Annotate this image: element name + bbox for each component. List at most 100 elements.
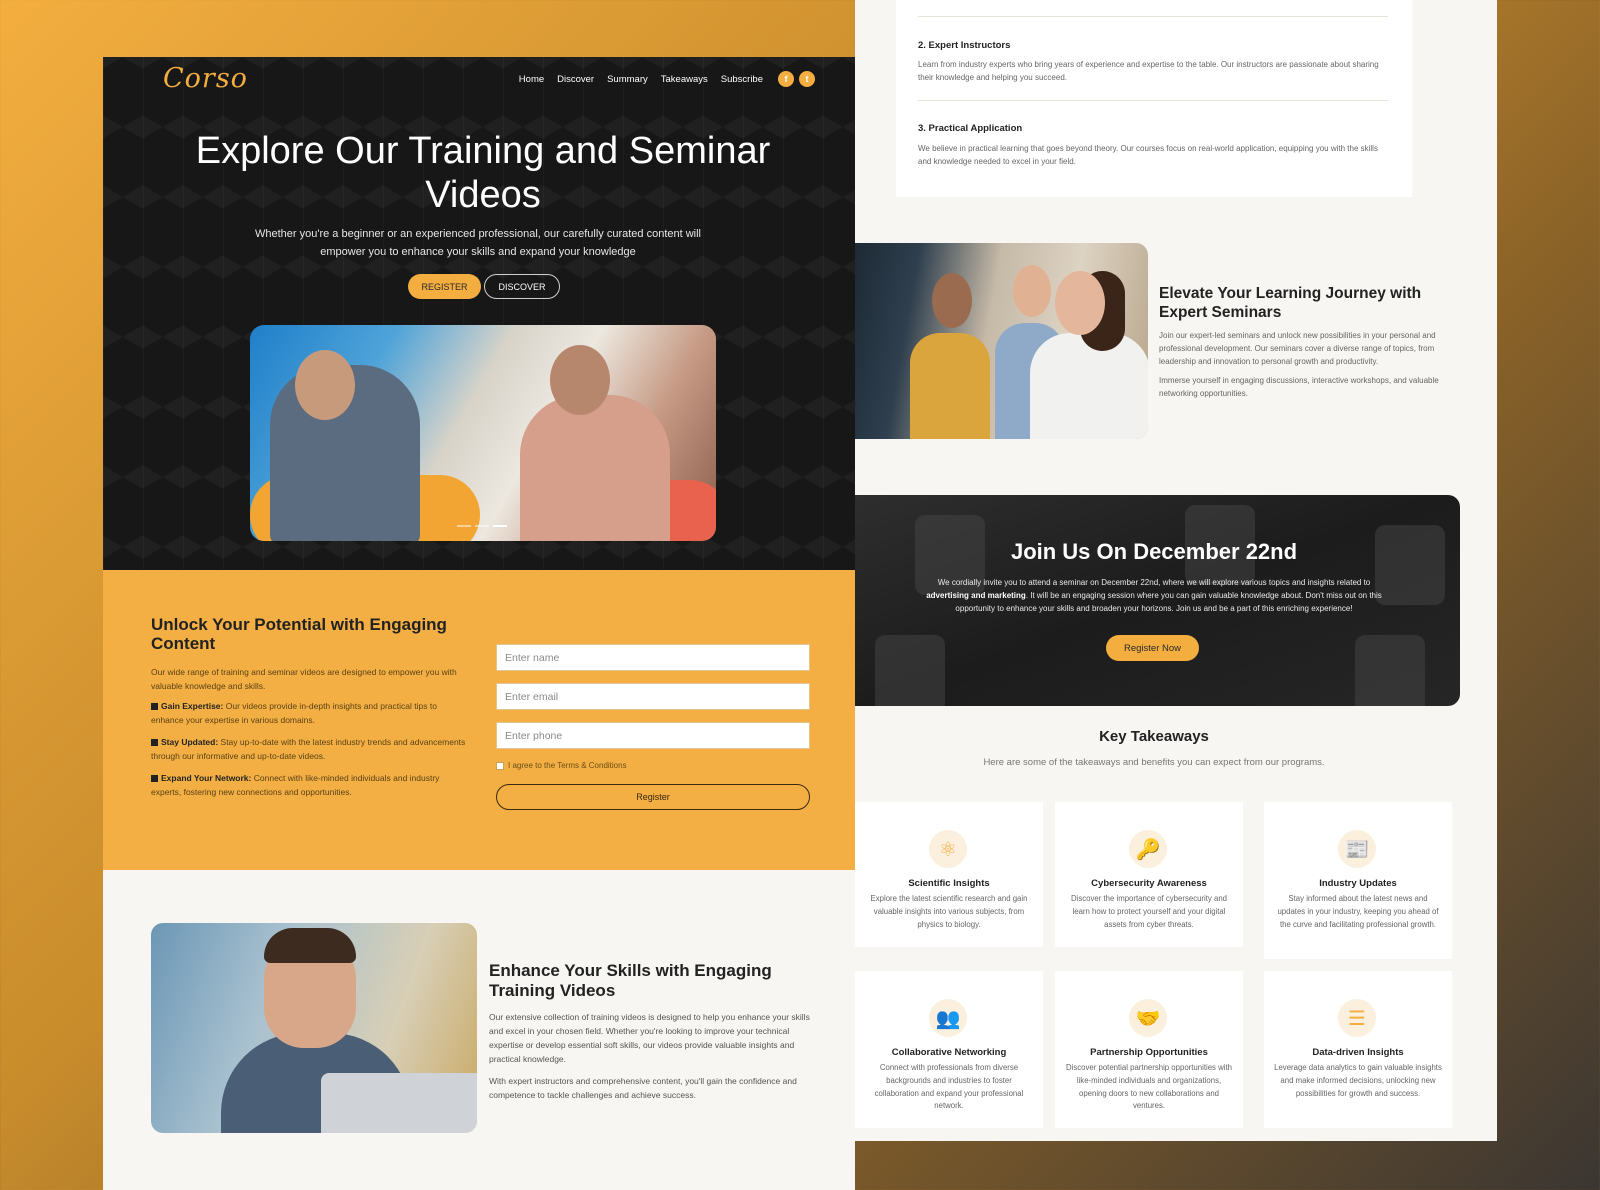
takeaway-title: Data-driven Insights bbox=[1312, 1047, 1404, 1058]
hero-subtitle: Whether you're a beginner or an experien… bbox=[254, 228, 701, 258]
logo[interactable]: Corso bbox=[163, 63, 248, 94]
list-item: Stay Updated: Stay up-to-date with the l… bbox=[151, 736, 471, 763]
people-icon: 👥 bbox=[929, 999, 967, 1037]
terms-agreement: I agree to the Terms & Conditions bbox=[496, 761, 810, 770]
takeaway-desc: Discover the importance of cybersecurity… bbox=[1070, 894, 1227, 929]
nav-summary[interactable]: Summary bbox=[607, 74, 648, 85]
bullet-square-icon bbox=[151, 775, 158, 782]
background-shape bbox=[1375, 525, 1445, 605]
register-button[interactable]: REGISTER bbox=[408, 274, 481, 299]
takeaway-card: ☰ Data-driven Insights Leverage data ana… bbox=[1264, 971, 1452, 1128]
takeaway-title: Industry Updates bbox=[1319, 878, 1397, 889]
feature-3-text: We believe in practical learning that go… bbox=[918, 144, 1378, 166]
takeaway-desc: Discover potential partnership opportuni… bbox=[1066, 1063, 1232, 1111]
carousel-dot-active[interactable] bbox=[493, 525, 507, 527]
nav-subscribe[interactable]: Subscribe bbox=[721, 74, 763, 85]
social-links: f t bbox=[778, 71, 815, 87]
benefits-list: Gain Expertise: Our videos provide in-de… bbox=[151, 700, 471, 808]
skills-image bbox=[151, 923, 477, 1133]
signup-section: Unlock Your Potential with Engaging Cont… bbox=[103, 570, 855, 870]
facebook-icon[interactable]: f bbox=[778, 71, 794, 87]
key-icon: 🔑 bbox=[1129, 830, 1167, 868]
carousel-dot[interactable] bbox=[475, 525, 489, 527]
list-chart-icon: ☰ bbox=[1338, 999, 1376, 1037]
skills-paragraph-1: Our extensive collection of training vid… bbox=[489, 1012, 810, 1064]
seminars-paragraph-1: Join our expert-led seminars and unlock … bbox=[1159, 331, 1436, 366]
bullet-title: Expand Your Network: bbox=[161, 773, 252, 783]
terms-checkbox[interactable] bbox=[496, 761, 504, 770]
join-text-part: We cordially invite you to attend a semi… bbox=[937, 578, 1371, 587]
image-shape bbox=[550, 345, 610, 415]
hero-image-carousel[interactable] bbox=[250, 325, 716, 541]
takeaway-title: Collaborative Networking bbox=[891, 1047, 1007, 1058]
list-item: Expand Your Network: Connect with like-m… bbox=[151, 772, 471, 799]
twitter-icon[interactable]: t bbox=[799, 71, 815, 87]
phone-field[interactable] bbox=[496, 722, 810, 749]
landing-page-right: 2. Expert Instructors Learn from industr… bbox=[855, 0, 1497, 1141]
takeaway-desc: Connect with professionals from diverse … bbox=[874, 1063, 1024, 1111]
divider bbox=[918, 16, 1388, 17]
carousel-dots bbox=[457, 525, 507, 527]
form-register-button[interactable]: Register bbox=[496, 784, 810, 810]
seminars-heading: Elevate Your Learning Journey with Exper… bbox=[1159, 285, 1422, 321]
takeaway-card: 🤝 Partnership Opportunities Discover pot… bbox=[1055, 971, 1243, 1128]
features-card: 2. Expert Instructors Learn from industr… bbox=[896, 0, 1412, 197]
hero-title: Explore Our Training and Seminar Videos bbox=[195, 130, 771, 216]
background-shape bbox=[1355, 635, 1425, 706]
hero-buttons: REGISTER DISCOVER bbox=[408, 274, 560, 299]
discover-button[interactable]: DISCOVER bbox=[484, 274, 560, 299]
takeaway-card: ⚛ Scientific Insights Explore the latest… bbox=[855, 802, 1043, 947]
takeaway-title: Scientific Insights bbox=[908, 878, 990, 889]
takeaway-desc: Leverage data analytics to gain valuable… bbox=[1274, 1063, 1442, 1098]
signup-heading: Unlock Your Potential with Engaging Cont… bbox=[151, 615, 447, 653]
image-shape bbox=[1055, 271, 1105, 335]
name-field[interactable] bbox=[496, 644, 810, 671]
newspaper-icon: 📰 bbox=[1338, 830, 1376, 868]
feature-2-text: Learn from industry experts who bring ye… bbox=[918, 60, 1379, 82]
nav-discover[interactable]: Discover bbox=[557, 74, 594, 85]
skills-paragraph-2: With expert instructors and comprehensiv… bbox=[489, 1076, 797, 1100]
join-text: We cordially invite you to attend a semi… bbox=[925, 576, 1383, 615]
handshake-icon: 🤝 bbox=[1129, 999, 1167, 1037]
bullet-square-icon bbox=[151, 703, 158, 710]
divider bbox=[918, 100, 1388, 101]
image-shape bbox=[520, 395, 670, 541]
signup-form: I agree to the Terms & Conditions Regist… bbox=[496, 644, 810, 810]
bullet-square-icon bbox=[151, 739, 158, 746]
join-event-banner: Join Us On December 22nd We cordially in… bbox=[855, 495, 1460, 706]
background-shape bbox=[875, 635, 945, 706]
takeaways-subtitle: Here are some of the takeaways and benef… bbox=[983, 757, 1325, 768]
image-shape bbox=[932, 273, 972, 328]
join-text-highlight: advertising and marketing bbox=[926, 591, 1026, 600]
signup-intro: Our wide range of training and seminar v… bbox=[151, 667, 457, 691]
atom-icon: ⚛ bbox=[929, 830, 967, 868]
image-shape bbox=[1013, 265, 1051, 317]
image-shape bbox=[1030, 333, 1148, 439]
email-field[interactable] bbox=[496, 683, 810, 710]
takeaway-card: 📰 Industry Updates Stay informed about t… bbox=[1264, 802, 1452, 959]
takeaway-card: 🔑 Cybersecurity Awareness Discover the i… bbox=[1055, 802, 1243, 947]
join-heading: Join Us On December 22nd bbox=[1010, 539, 1298, 564]
landing-page-left: Corso Home Discover Summary Takeaways Su… bbox=[103, 57, 855, 1190]
hero-section: Corso Home Discover Summary Takeaways Su… bbox=[103, 57, 855, 570]
takeaways-heading: Key Takeaways bbox=[1099, 728, 1209, 745]
image-shape bbox=[295, 350, 355, 420]
feature-2-title: 2. Expert Instructors bbox=[918, 40, 1011, 51]
takeaway-desc: Stay informed about the latest news and … bbox=[1277, 894, 1439, 929]
seminar-image bbox=[855, 243, 1148, 439]
takeaway-desc: Explore the latest scientific research a… bbox=[870, 894, 1028, 929]
image-shape bbox=[264, 928, 356, 963]
takeaway-title: Partnership Opportunities bbox=[1090, 1047, 1208, 1058]
nav-home[interactable]: Home bbox=[519, 74, 544, 85]
register-now-button[interactable]: Register Now bbox=[1106, 635, 1199, 661]
nav-takeaways[interactable]: Takeaways bbox=[661, 74, 708, 85]
seminars-paragraph-2: Immerse yourself in engaging discussions… bbox=[1159, 376, 1439, 398]
list-item: Gain Expertise: Our videos provide in-de… bbox=[151, 700, 471, 727]
main-nav: Home Discover Summary Takeaways Subscrib… bbox=[519, 71, 815, 87]
bullet-title: Stay Updated: bbox=[161, 737, 219, 747]
terms-label: I agree to the Terms & Conditions bbox=[508, 761, 627, 770]
image-shape bbox=[321, 1073, 477, 1133]
carousel-dot[interactable] bbox=[457, 525, 471, 527]
image-shape bbox=[910, 333, 990, 439]
bullet-title: Gain Expertise: bbox=[161, 701, 224, 711]
